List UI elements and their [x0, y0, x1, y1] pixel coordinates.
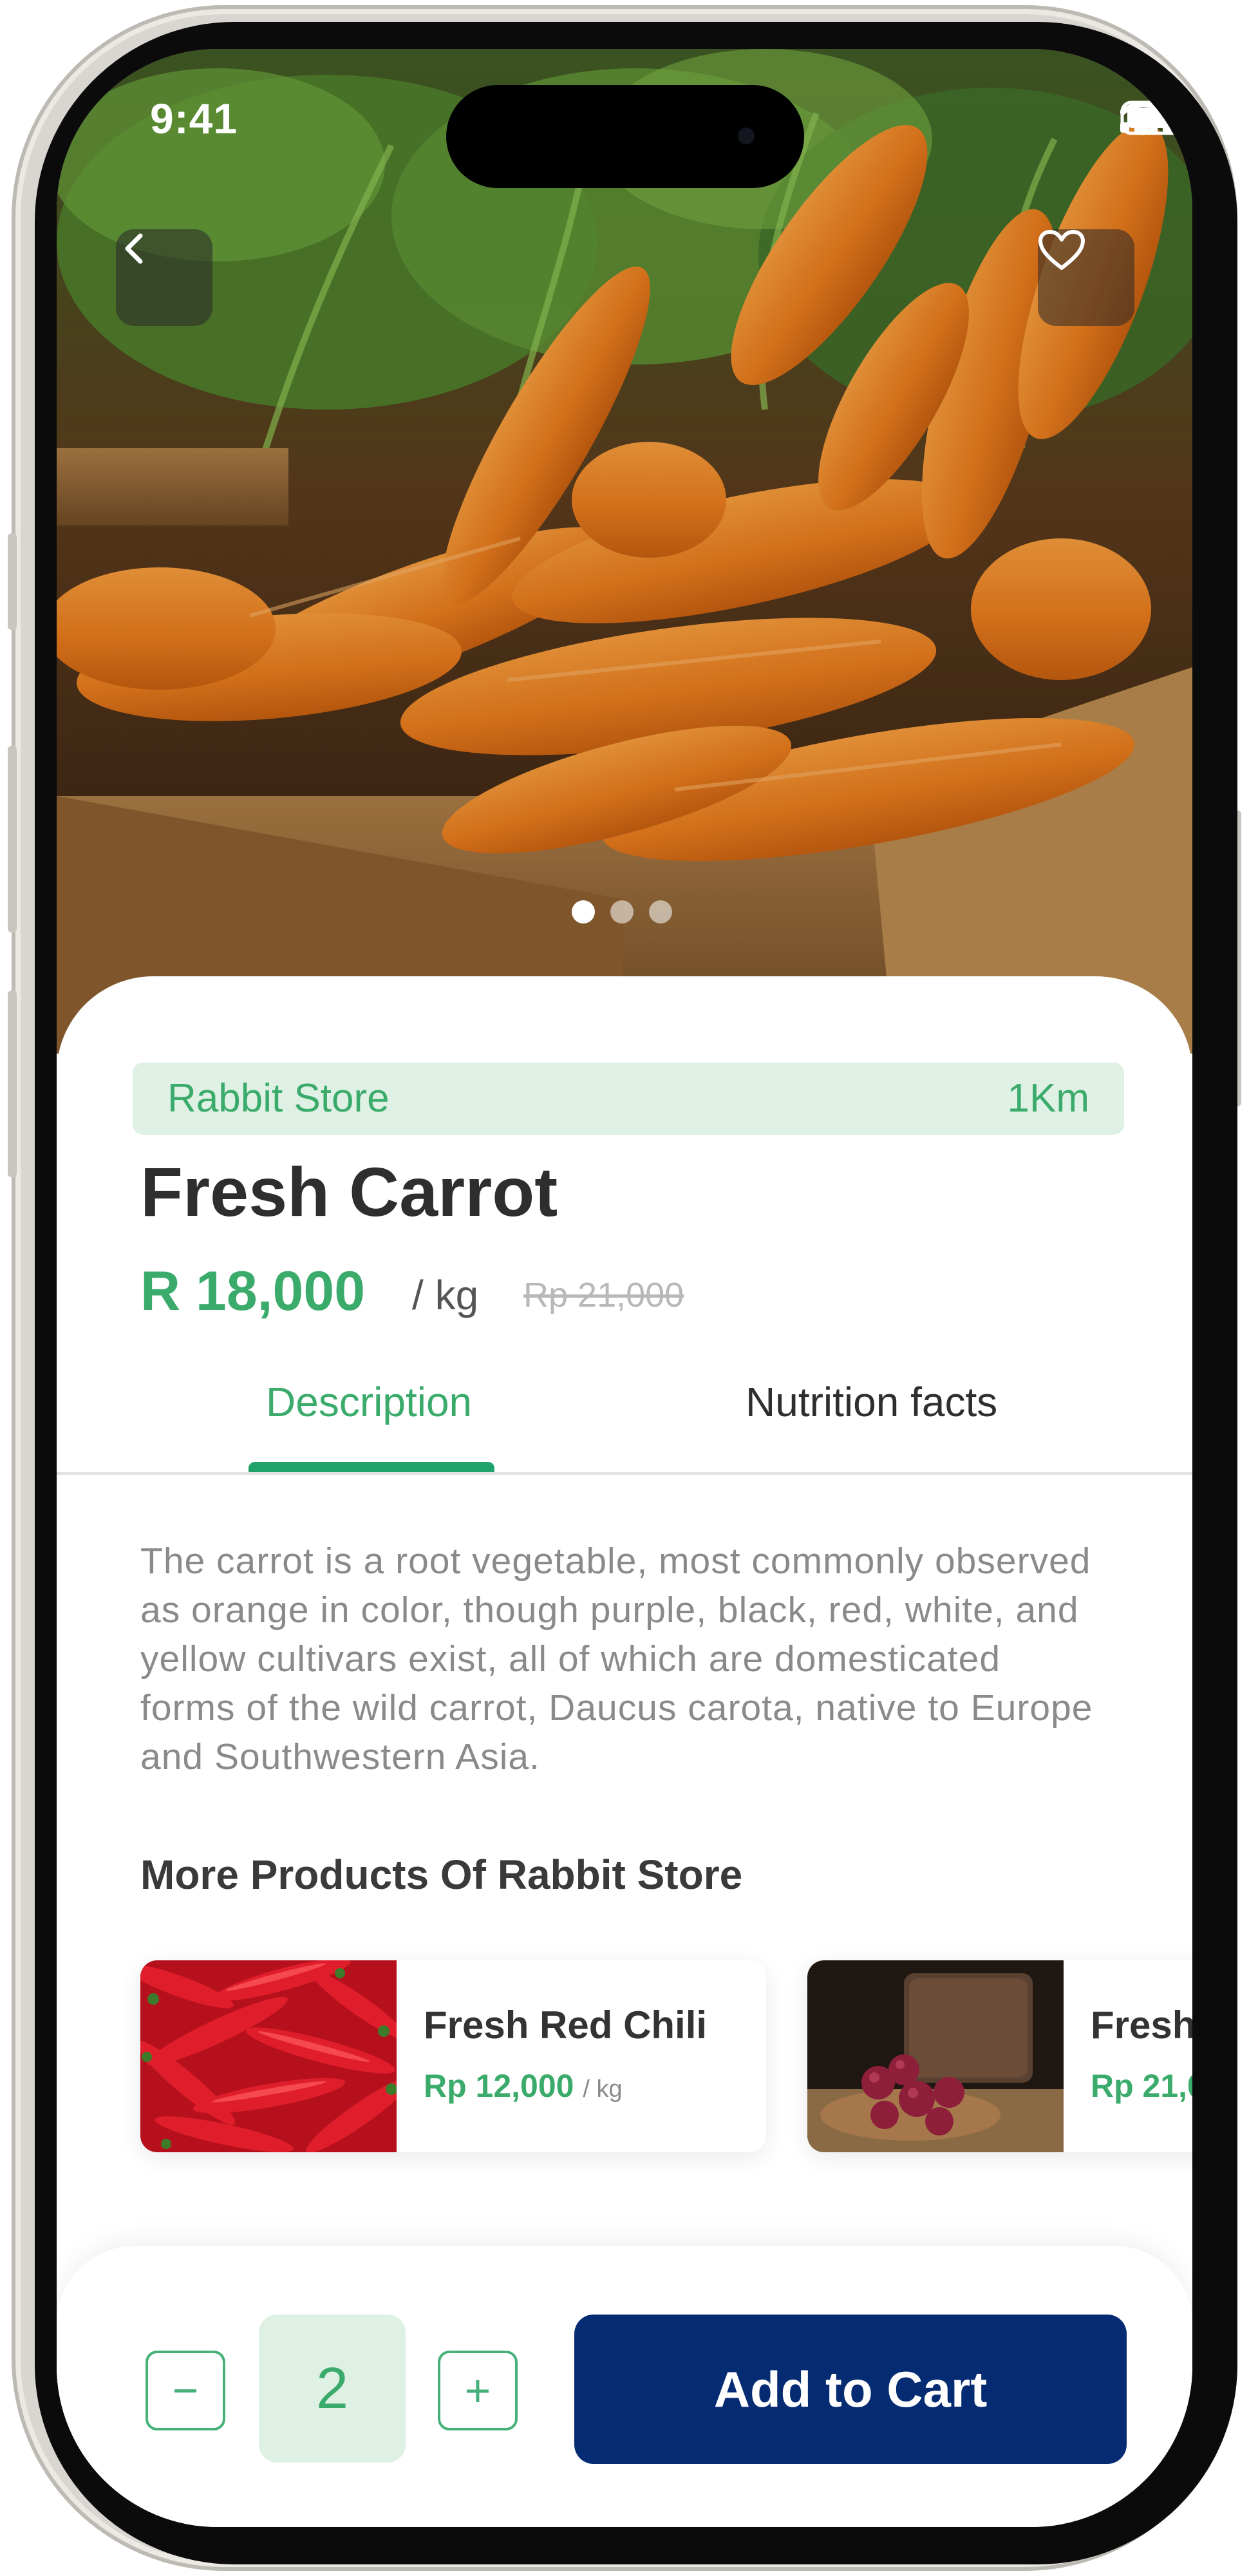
product-price: R 18,000 — [140, 1260, 366, 1322]
product-card-price-value: Rp 21,0 — [1091, 2068, 1192, 2104]
product-card[interactable]: Fresh Rp 21,0 — [807, 1960, 1192, 2152]
app-screen: 9:41 Rabbit Store 1Km Fresh Carrot R 18,… — [57, 49, 1192, 2527]
tab-description[interactable]: Description — [266, 1378, 472, 1426]
status-bar: 9:41 — [57, 49, 1192, 188]
add-to-cart-button[interactable]: Add to Cart — [574, 2315, 1127, 2464]
volume-up-button — [8, 746, 17, 933]
volume-down-button — [8, 990, 17, 1177]
heart-icon — [1038, 230, 1085, 270]
original-price: Rp 21,000 — [523, 1276, 684, 1314]
back-button[interactable] — [116, 229, 212, 326]
more-products-title: More Products Of Rabbit Store — [140, 1852, 743, 1898]
product-card-price: Rp 21,0 — [1091, 2067, 1192, 2105]
front-camera — [738, 128, 755, 144]
product-card-unit: / kg — [583, 2076, 623, 2103]
store-name: Rabbit Store — [167, 1076, 390, 1121]
chevron-left-icon — [125, 233, 143, 264]
product-hero-image[interactable]: 9:41 — [57, 49, 1192, 1054]
tab-nutrition-facts[interactable]: Nutrition facts — [746, 1378, 997, 1426]
cart-action-bar: − 2 + Add to Cart — [57, 2246, 1192, 2527]
product-card-name: Fresh Red Chili — [424, 2003, 708, 2047]
increase-quantity-button[interactable]: + — [438, 2351, 518, 2430]
carousel-dot[interactable] — [649, 900, 672, 923]
store-info-bar[interactable]: Rabbit Store 1Km — [133, 1063, 1124, 1135]
quantity-value[interactable]: 2 — [259, 2315, 406, 2463]
store-distance: 1Km — [1007, 1076, 1089, 1121]
action-button — [8, 533, 17, 630]
product-card-price: Rp 12,000 / kg — [424, 2067, 623, 2105]
carousel-dot[interactable] — [572, 900, 595, 923]
price-unit: / kg — [412, 1272, 479, 1318]
product-title: Fresh Carrot — [140, 1153, 558, 1231]
decrease-quantity-button[interactable]: − — [146, 2351, 225, 2430]
product-card-name: Fresh — [1091, 2003, 1192, 2047]
status-time: 9:41 — [150, 95, 238, 142]
product-card-price-value: Rp 12,000 — [424, 2068, 574, 2104]
battery-icon — [1120, 100, 1189, 135]
product-description: The carrot is a root vegetable, most com… — [140, 1540, 1093, 1777]
carousel-dots[interactable] — [572, 900, 672, 923]
favorite-button[interactable] — [1038, 229, 1134, 326]
red-onion-image — [807, 1960, 1064, 2152]
carousel-dot[interactable] — [610, 900, 634, 923]
product-card[interactable]: Fresh Red Chili Rp 12,000 / kg — [140, 1960, 766, 2152]
red-chili-image — [140, 1960, 397, 2152]
tab-divider — [57, 1472, 1192, 1475]
